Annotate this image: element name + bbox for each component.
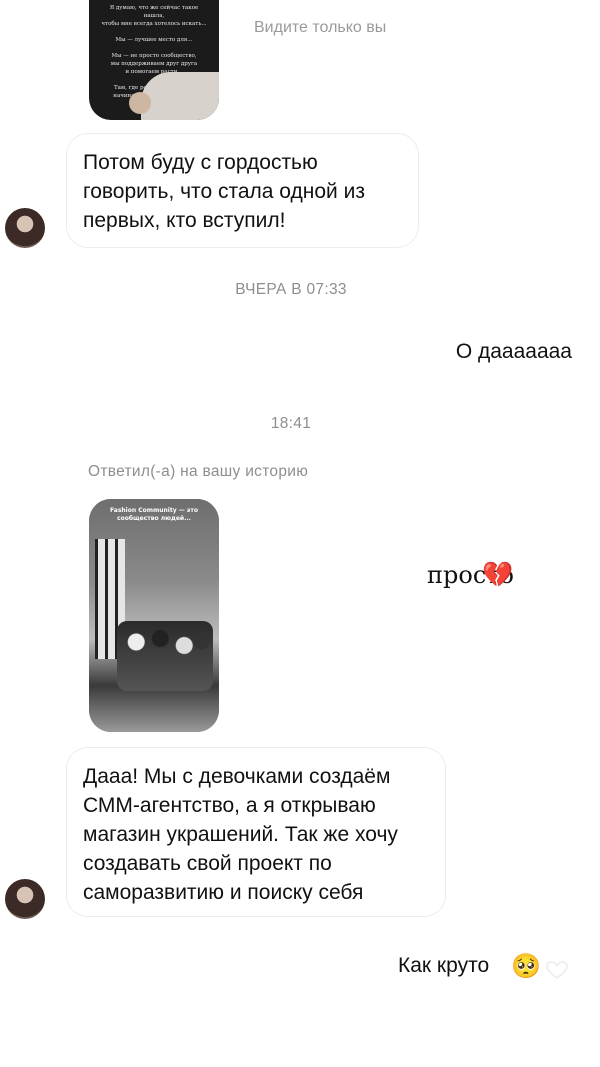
- story-photo-figure: [141, 72, 219, 120]
- sender-avatar[interactable]: [5, 879, 45, 919]
- incoming-message-bubble[interactable]: Потом буду с гордостью говорить, что ста…: [66, 133, 419, 248]
- incoming-message-bubble[interactable]: Дааа! Мы с девочками создаём СММ-агентст…: [66, 747, 446, 917]
- outgoing-message-text: О дааааааа: [455, 340, 572, 363]
- story-thumbnail-2[interactable]: Fashion Community — это сообщество людей…: [89, 499, 219, 732]
- story-visibility-note: Видите только вы: [254, 19, 387, 36]
- sender-avatar[interactable]: [5, 208, 45, 248]
- story-thumbnail-1[interactable]: Я думаю, что же сейчас такое нашла, чтоб…: [89, 0, 219, 120]
- story-title: Fashion Community — это сообщество людей…: [110, 507, 198, 522]
- outgoing-message[interactable]: О дааааааа: [456, 340, 572, 364]
- outgoing-message-text: Как круто: [398, 954, 490, 977]
- incoming-message-text: Потом буду с гордостью говорить, что ста…: [83, 151, 365, 232]
- heart-outline-icon[interactable]: [545, 960, 569, 980]
- timestamp-divider: ВЧЕРА В 07:33: [235, 281, 347, 298]
- incoming-message-text: Дааа! Мы с девочками создаём СММ-агентст…: [83, 765, 398, 904]
- story-reply-label: Ответил(-а) на вашу историю: [88, 463, 309, 480]
- pleading-face-icon: 🥺: [511, 952, 541, 980]
- dm-thread: { "thread": { "first_story": { "visibili…: [0, 0, 600, 1067]
- outgoing-message[interactable]: Как круто: [398, 954, 489, 978]
- story-photo-people: [117, 621, 213, 691]
- timestamp-divider: 18:41: [270, 415, 312, 432]
- broken-heart-icon: 💔: [482, 560, 514, 589]
- story-photo-hand: [129, 92, 151, 114]
